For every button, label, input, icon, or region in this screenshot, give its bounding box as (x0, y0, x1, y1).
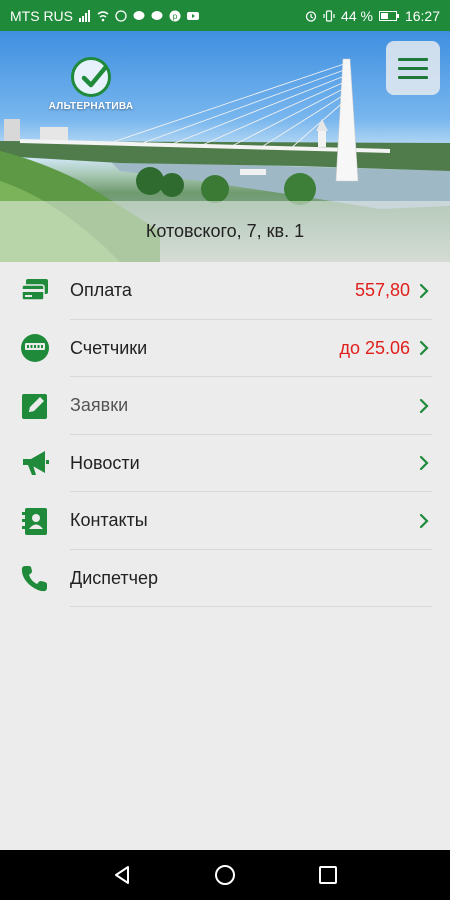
edit-request-icon (19, 390, 51, 422)
pinterest-icon: p (169, 10, 181, 22)
hamburger-line (398, 66, 428, 70)
system-navigation-bar (0, 850, 450, 900)
meters-deadline: до 25.06 (339, 337, 410, 358)
meter-icon (19, 332, 51, 364)
menu-item-dispatcher[interactable]: Диспетчер (0, 550, 450, 607)
battery-icon (378, 10, 399, 22)
menu-item-requests[interactable]: Заявки (0, 377, 450, 435)
header-banner: АЛЬТЕРНАТИВА Котовского, 7, кв. 1 (0, 31, 450, 262)
checkmark-logo-icon (71, 57, 111, 97)
chevron-right-icon (418, 454, 430, 472)
menu-item-label: Диспетчер (70, 567, 159, 588)
megaphone-icon (19, 447, 51, 479)
menu-item-payment[interactable]: Оплата 557,80 (0, 262, 450, 320)
hamburger-line (398, 75, 428, 79)
menu-item-label: Оплата (70, 280, 132, 301)
vibrate-icon (323, 9, 335, 22)
menu-item-label: Новости (70, 452, 140, 473)
back-icon[interactable] (110, 863, 134, 887)
chat-icon (151, 10, 163, 22)
alarm-icon (305, 10, 317, 22)
payment-card-icon (19, 275, 51, 307)
message-icon (133, 10, 145, 22)
wifi-icon (97, 10, 109, 22)
logo-text: АЛЬТЕРНАТИВА (48, 101, 134, 112)
menu-item-meters[interactable]: Счетчики до 25.06 (0, 320, 450, 377)
battery-percent: 44 % (341, 7, 373, 24)
payment-amount: 557,80 (354, 280, 410, 301)
hamburger-icon (398, 57, 428, 61)
carrier-name: MTS RUS (10, 7, 73, 24)
home-icon[interactable] (213, 863, 237, 887)
recents-icon[interactable] (316, 863, 340, 887)
address-band: Котовского, 7, кв. 1 (0, 201, 450, 262)
chevron-right-icon (418, 397, 430, 415)
account-address: Котовского, 7, кв. 1 (145, 221, 305, 241)
menu-item-label: Контакты (70, 510, 148, 531)
hamburger-menu-button[interactable] (386, 41, 440, 95)
chevron-right-icon (418, 339, 430, 357)
divider (70, 606, 432, 607)
clock: 16:27 (404, 7, 440, 24)
chevron-right-icon (418, 512, 430, 530)
signal-icon (79, 9, 91, 22)
youtube-icon (187, 10, 199, 22)
contacts-book-icon (19, 505, 51, 537)
whatsapp-icon (115, 9, 127, 22)
status-bar: MTS RUS p 44 % 16:27 (0, 0, 450, 31)
menu-item-label: Счетчики (70, 337, 148, 358)
svg-text:p: p (173, 12, 178, 21)
menu-item-contacts[interactable]: Контакты (0, 492, 450, 550)
app-logo: АЛЬТЕРНАТИВА (44, 57, 138, 112)
phone-icon (19, 562, 51, 594)
menu-item-news[interactable]: Новости (0, 435, 450, 492)
menu-item-label: Заявки (70, 395, 129, 416)
main-menu-list: Оплата 557,80 Счетчики до 25.06 Заявки Н… (0, 262, 450, 607)
chevron-right-icon (418, 282, 430, 300)
